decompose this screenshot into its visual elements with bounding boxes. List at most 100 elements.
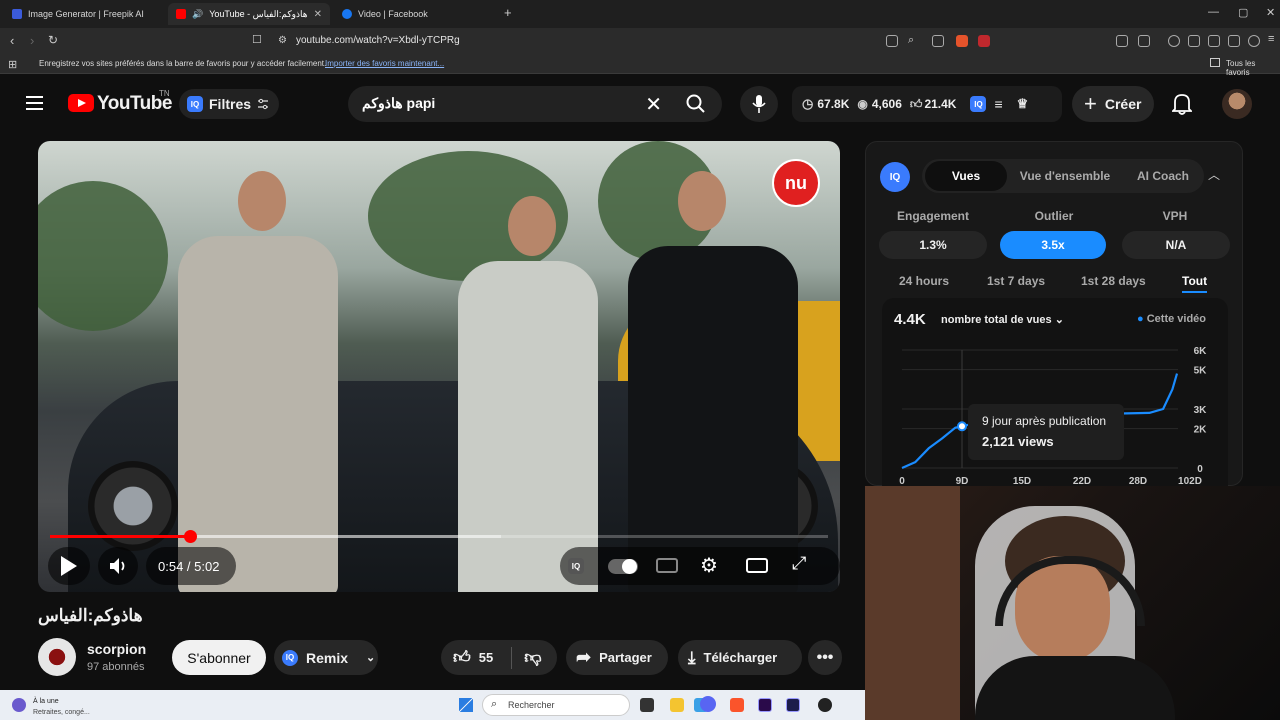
back-arrow-icon[interactable]: ‹ xyxy=(10,33,14,48)
windows-start-icon[interactable] xyxy=(459,698,473,712)
stat-views: 67.8K xyxy=(817,97,850,111)
channel-name[interactable]: scorpion xyxy=(87,641,146,657)
taskbar-search-box[interactable]: ⌕ Rechercher xyxy=(482,694,630,716)
subscribe-button[interactable]: S'abonner xyxy=(172,640,266,675)
filters-button[interactable]: IQ Filtres xyxy=(179,89,280,119)
downloads-icon[interactable] xyxy=(1228,35,1240,47)
obs-icon[interactable] xyxy=(818,698,832,712)
settings-gear-icon[interactable]: ⚙ xyxy=(700,553,718,578)
forward-arrow-icon[interactable]: › xyxy=(30,33,34,48)
plus-icon: + xyxy=(1084,91,1097,116)
close-tab-icon[interactable]: ✕ xyxy=(314,9,322,20)
like-button[interactable]: 👍︎ xyxy=(453,647,471,668)
task-view-icon[interactable] xyxy=(640,698,654,712)
country-code: TN xyxy=(159,89,170,98)
zoom-icon[interactable]: ⌕ xyxy=(908,34,914,47)
metric-engagement-label: Engagement xyxy=(896,209,969,223)
shield-icon[interactable] xyxy=(1248,35,1260,47)
collapse-chevron-icon[interactable]: ︿ xyxy=(1208,166,1220,183)
after-effects-icon[interactable] xyxy=(786,698,800,712)
voice-search-button[interactable] xyxy=(740,86,778,122)
play-icon[interactable] xyxy=(61,556,77,576)
search-input[interactable]: هاذوكم papi ✕ xyxy=(348,86,672,122)
widget-title[interactable]: À la une xyxy=(33,698,59,705)
more-actions-button[interactable]: ••• xyxy=(808,640,842,675)
vidiq-analytics-panel: IQ Vues Vue d'ensemble AI Coach ︿ Engage… xyxy=(865,141,1243,487)
minimize-window-icon[interactable]: — xyxy=(1208,6,1219,18)
hover-point[interactable] xyxy=(957,421,967,432)
url-input[interactable]: youtube.com/watch?v=Xbdl-yTCPRg xyxy=(296,35,460,46)
chart-tooltip: 9 jour après publication 2,121 views xyxy=(968,404,1124,460)
iq-icon[interactable]: IQ xyxy=(970,96,987,112)
brave-icon[interactable] xyxy=(730,698,744,712)
file-explorer-icon[interactable] xyxy=(670,698,684,712)
iq-player-icon[interactable]: IQ xyxy=(568,558,584,574)
search-button[interactable] xyxy=(672,86,722,122)
wallet-icon[interactable] xyxy=(1208,35,1220,47)
range-28-days[interactable]: 1st 28 days xyxy=(1081,274,1146,288)
subtitles-icon[interactable] xyxy=(656,558,678,573)
clear-search-icon[interactable]: ✕ xyxy=(645,92,662,117)
list-menu-icon[interactable]: ≡ xyxy=(994,96,1002,112)
weather-widget-icon[interactable] xyxy=(12,698,26,712)
import-favorites-link[interactable]: Importer des favoris maintenant... xyxy=(325,59,444,68)
site-info-icon[interactable]: ⚙ xyxy=(278,35,287,46)
tab-ai-coach[interactable]: AI Coach xyxy=(1122,159,1204,193)
range-7-days[interactable]: 1st 7 days xyxy=(987,274,1045,288)
share-page-icon[interactable] xyxy=(932,35,944,47)
discord-icon[interactable] xyxy=(700,696,716,712)
reload-icon[interactable]: ↻ xyxy=(48,33,58,47)
cast-icon[interactable] xyxy=(886,35,898,47)
autoplay-knob xyxy=(622,559,637,574)
share-button[interactable]: ➦ Partager xyxy=(566,640,668,675)
youtube-favicon-icon xyxy=(176,9,186,19)
dislike-button[interactable]: 👎︎ xyxy=(524,647,541,668)
sidebar-icon[interactable] xyxy=(1188,35,1200,47)
tab-freepik[interactable]: Image Generator | Freepik AI xyxy=(4,3,164,25)
range-all[interactable]: Tout xyxy=(1182,274,1208,293)
autoplay-toggle[interactable] xyxy=(608,559,638,574)
views-metric-dropdown[interactable]: nombre total de vues ⌄ xyxy=(941,313,1064,326)
folder-icon xyxy=(1210,58,1220,67)
audio-playing-icon[interactable]: 🔊 xyxy=(192,9,203,20)
notifications-bell-icon[interactable] xyxy=(1172,93,1192,115)
menu-icon[interactable]: ≡ xyxy=(1268,33,1274,45)
vidiq-logo-icon: IQ xyxy=(880,162,910,192)
download-button[interactable]: ⤓ Télécharger xyxy=(678,640,802,675)
metric-outlier-value: 3.5x xyxy=(1000,231,1106,259)
create-button[interactable]: + Créer xyxy=(1072,86,1154,122)
tab-overview[interactable]: Vue d'ensemble xyxy=(1010,159,1120,193)
share-label: Partager xyxy=(599,650,652,665)
screenshot-icon[interactable] xyxy=(1138,35,1150,47)
chevron-down-icon: ⌄ xyxy=(366,652,376,664)
progress-scrubber[interactable] xyxy=(184,530,198,543)
tab-youtube[interactable]: 🔊 YouTube - هاذوكم:الفياس ✕ xyxy=(168,3,330,25)
tab-vues[interactable]: Vues xyxy=(925,161,1007,191)
tab-facebook[interactable]: Video | Facebook xyxy=(334,3,494,25)
video-title: هاذوكم:الفياس xyxy=(38,606,143,625)
volume-button[interactable] xyxy=(98,547,138,585)
fullscreen-icon[interactable]: ⤢ xyxy=(792,553,806,574)
music-icon[interactable] xyxy=(1168,35,1180,47)
premiere-icon[interactable] xyxy=(758,698,772,712)
person-head xyxy=(508,196,556,256)
user-avatar[interactable] xyxy=(1222,89,1252,119)
video-player[interactable]: nu 0:54 / 5:02 IQ ⚙ ⤢ xyxy=(38,141,840,592)
new-tab-button[interactable]: + xyxy=(504,5,512,20)
theater-mode-icon[interactable] xyxy=(746,558,768,573)
range-24-hours[interactable]: 24 hours xyxy=(899,274,949,288)
apps-grid-icon[interactable]: ⊞ xyxy=(8,58,17,71)
bookmark-icon[interactable]: ☐ xyxy=(252,33,262,46)
extensions-icon[interactable] xyxy=(1116,35,1128,47)
remix-button[interactable]: IQ Remix ⌄ xyxy=(274,640,378,675)
trophy-icon[interactable]: ♕ xyxy=(1017,96,1029,112)
youtube-logo-icon[interactable] xyxy=(68,94,94,112)
channel-avatar[interactable] xyxy=(38,638,76,676)
all-favorites-link[interactable]: Tous les favoris xyxy=(1226,59,1280,77)
close-window-icon[interactable]: ✕ xyxy=(1266,6,1275,19)
download-icon: ⤓ xyxy=(688,647,696,667)
maximize-window-icon[interactable]: ▢ xyxy=(1238,6,1248,19)
progress-bar[interactable] xyxy=(50,530,828,543)
extension-icon[interactable] xyxy=(978,35,990,47)
brave-extension-icon[interactable] xyxy=(956,35,968,47)
